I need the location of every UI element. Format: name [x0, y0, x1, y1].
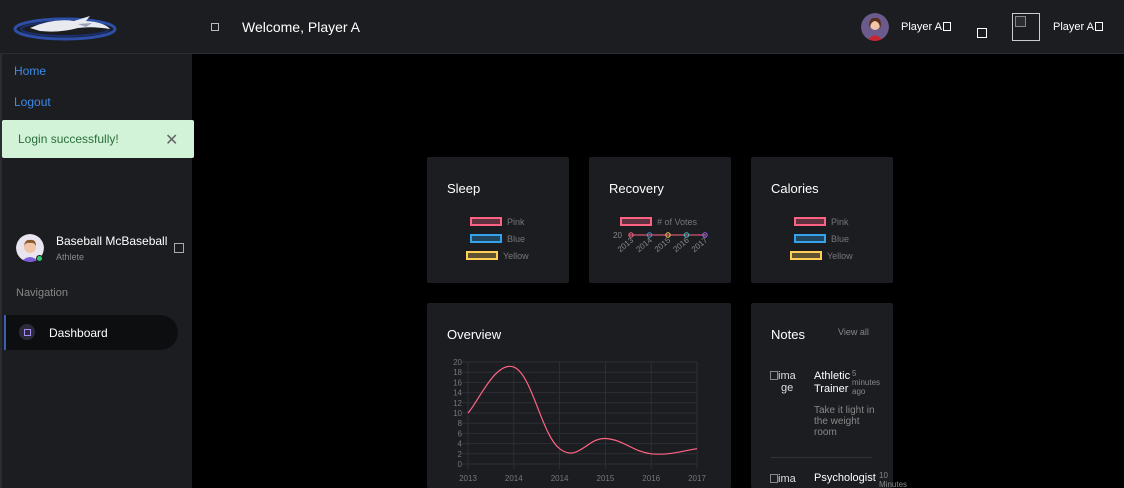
y-tick-label: 20 — [453, 358, 462, 367]
y-tick-label: 0 — [458, 460, 463, 469]
note-text: Take it light in the weight room — [814, 405, 875, 438]
image-alt: ima — [778, 473, 796, 485]
online-status-dot — [36, 255, 43, 262]
note-title-line: Athletic — [814, 370, 851, 382]
profile-role: Athlete — [56, 252, 85, 262]
card-title: Sleep — [447, 181, 481, 196]
legend-label-pink[interactable]: Pink — [507, 217, 525, 227]
calories-card: Calories Pink Blue Yellow — [751, 157, 893, 283]
nav-item-label: Dashboard — [49, 326, 108, 340]
note-time-line: Minutes — [879, 480, 908, 488]
legend-swatch-yellow[interactable] — [466, 251, 498, 260]
legend-swatch-yellow[interactable] — [790, 251, 822, 260]
top-bar: Welcome, Player A Player A Player A — [0, 0, 1124, 54]
note-time-line: 5 — [852, 369, 857, 378]
dropdown-icon — [942, 22, 951, 31]
profile-name[interactable]: Baseball McBaseball — [56, 234, 167, 248]
card-title: Calories — [771, 181, 819, 196]
user-name-2: Player A — [1053, 21, 1094, 33]
sidebar: Home Logout Login successfully! ✕ Baseba… — [0, 54, 194, 488]
x-tick-label: 2016 — [642, 474, 660, 483]
overview-chart: 024 68101214 161820 2013 2014 2014 2015 2016 201… — [453, 358, 706, 483]
nav-heading: Navigation — [16, 287, 68, 299]
recovery-card: Recovery # of Votes 20 2013 2014 2015 2016 2… — [589, 157, 731, 283]
y-tick-label: 18 — [453, 368, 462, 377]
broken-image-icon[interactable] — [1012, 13, 1040, 41]
legend-label-yellow[interactable]: Yellow — [503, 251, 529, 261]
series-line[interactable] — [467, 365, 698, 455]
legend-swatch-pink[interactable] — [470, 217, 502, 226]
checkbox-icon[interactable] — [977, 28, 987, 38]
sleep-card: Sleep Pink Blue Yellow — [427, 157, 569, 283]
y-tick-label: 20 — [613, 231, 622, 240]
note-image: ima ge — [770, 370, 796, 394]
overview-card: Overview 0 2 4 6 8 10 12 14 16 18 20 2013 2014 2014 20… — [427, 303, 731, 488]
broken-image-icon — [770, 371, 778, 380]
image-alt: ima — [778, 370, 796, 382]
y-tick-label: 10 — [453, 409, 462, 418]
note-time: 5 minutes ago — [852, 369, 880, 396]
x-tick-label: 2014 — [505, 474, 523, 483]
x-tick-label: 2014 — [551, 474, 569, 483]
user-menu-2[interactable]: Player A — [1053, 21, 1103, 33]
broken-image-icon — [770, 474, 778, 483]
note-image: ima — [770, 473, 796, 485]
note-time-line: minutes — [852, 378, 881, 387]
note-title[interactable]: Psychologist — [814, 472, 876, 485]
note-time-line: ago — [852, 387, 866, 396]
note-text-line: room — [814, 427, 837, 438]
success-toast: Login successfully! ✕ — [2, 120, 194, 158]
welcome-title: Welcome, Player A — [242, 19, 361, 35]
x-tick-label: 2014 — [634, 235, 654, 254]
note-title[interactable]: Athletic Trainer — [814, 370, 850, 396]
logo-icon[interactable] — [12, 12, 118, 42]
user-avatar[interactable] — [861, 13, 889, 41]
y-tick-label: 14 — [453, 389, 462, 398]
y-tick-label: 2 — [458, 450, 463, 459]
view-all-link[interactable]: View all — [838, 327, 869, 337]
legend-swatch-blue[interactable] — [794, 234, 826, 243]
legend-label-blue[interactable]: Blue — [507, 234, 525, 244]
dashboard-icon — [19, 324, 35, 340]
x-tick-label: 2015 — [597, 474, 615, 483]
checkbox-icon[interactable] — [174, 243, 184, 253]
legend-label-yellow[interactable]: Yellow — [827, 251, 853, 261]
x-tick-label: 2015 — [653, 235, 673, 254]
note-time: 10 Minutes — [879, 471, 907, 488]
legend-label-pink[interactable]: Pink — [831, 217, 849, 227]
y-tick-label: 12 — [453, 399, 462, 408]
x-tick-label: 2013 — [459, 474, 477, 483]
y-tick-label: 4 — [458, 440, 463, 449]
image-alt: ge — [781, 382, 794, 394]
menu-toggle-button[interactable] — [211, 23, 219, 31]
close-icon[interactable]: ✕ — [165, 130, 178, 150]
note-text-line: the weight — [814, 416, 860, 427]
note-title-line: Trainer — [814, 383, 849, 395]
note-text-line: Take it light in — [814, 405, 875, 416]
notes-card: Notes View all ima ge Athletic Trainer 5 mi… — [751, 303, 907, 488]
x-tick-label: 2017 — [690, 235, 710, 254]
logout-link[interactable]: Logout — [14, 95, 51, 109]
y-tick-label: 6 — [458, 429, 463, 438]
user-name: Player A — [901, 21, 942, 33]
nav-item-dashboard[interactable]: Dashboard — [4, 315, 178, 350]
note-time-line: 10 — [879, 471, 888, 480]
notes-title: Notes — [771, 327, 805, 342]
legend-swatch-blue[interactable] — [470, 234, 502, 243]
user-menu[interactable]: Player A — [901, 21, 951, 33]
y-tick-label: 16 — [453, 378, 462, 387]
legend-label-blue[interactable]: Blue — [831, 234, 849, 244]
toast-message: Login successfully! — [18, 132, 119, 146]
x-tick-label: 2017 — [688, 474, 706, 483]
note-divider — [771, 457, 872, 458]
x-tick-label: 2016 — [671, 235, 691, 254]
dropdown-icon — [1094, 22, 1103, 31]
y-tick-label: 8 — [458, 419, 463, 428]
home-link[interactable]: Home — [14, 64, 46, 78]
recovery-mini-chart: 20 2013 2014 2015 2016 2017 — [613, 231, 710, 254]
legend-swatch-pink[interactable] — [794, 217, 826, 226]
